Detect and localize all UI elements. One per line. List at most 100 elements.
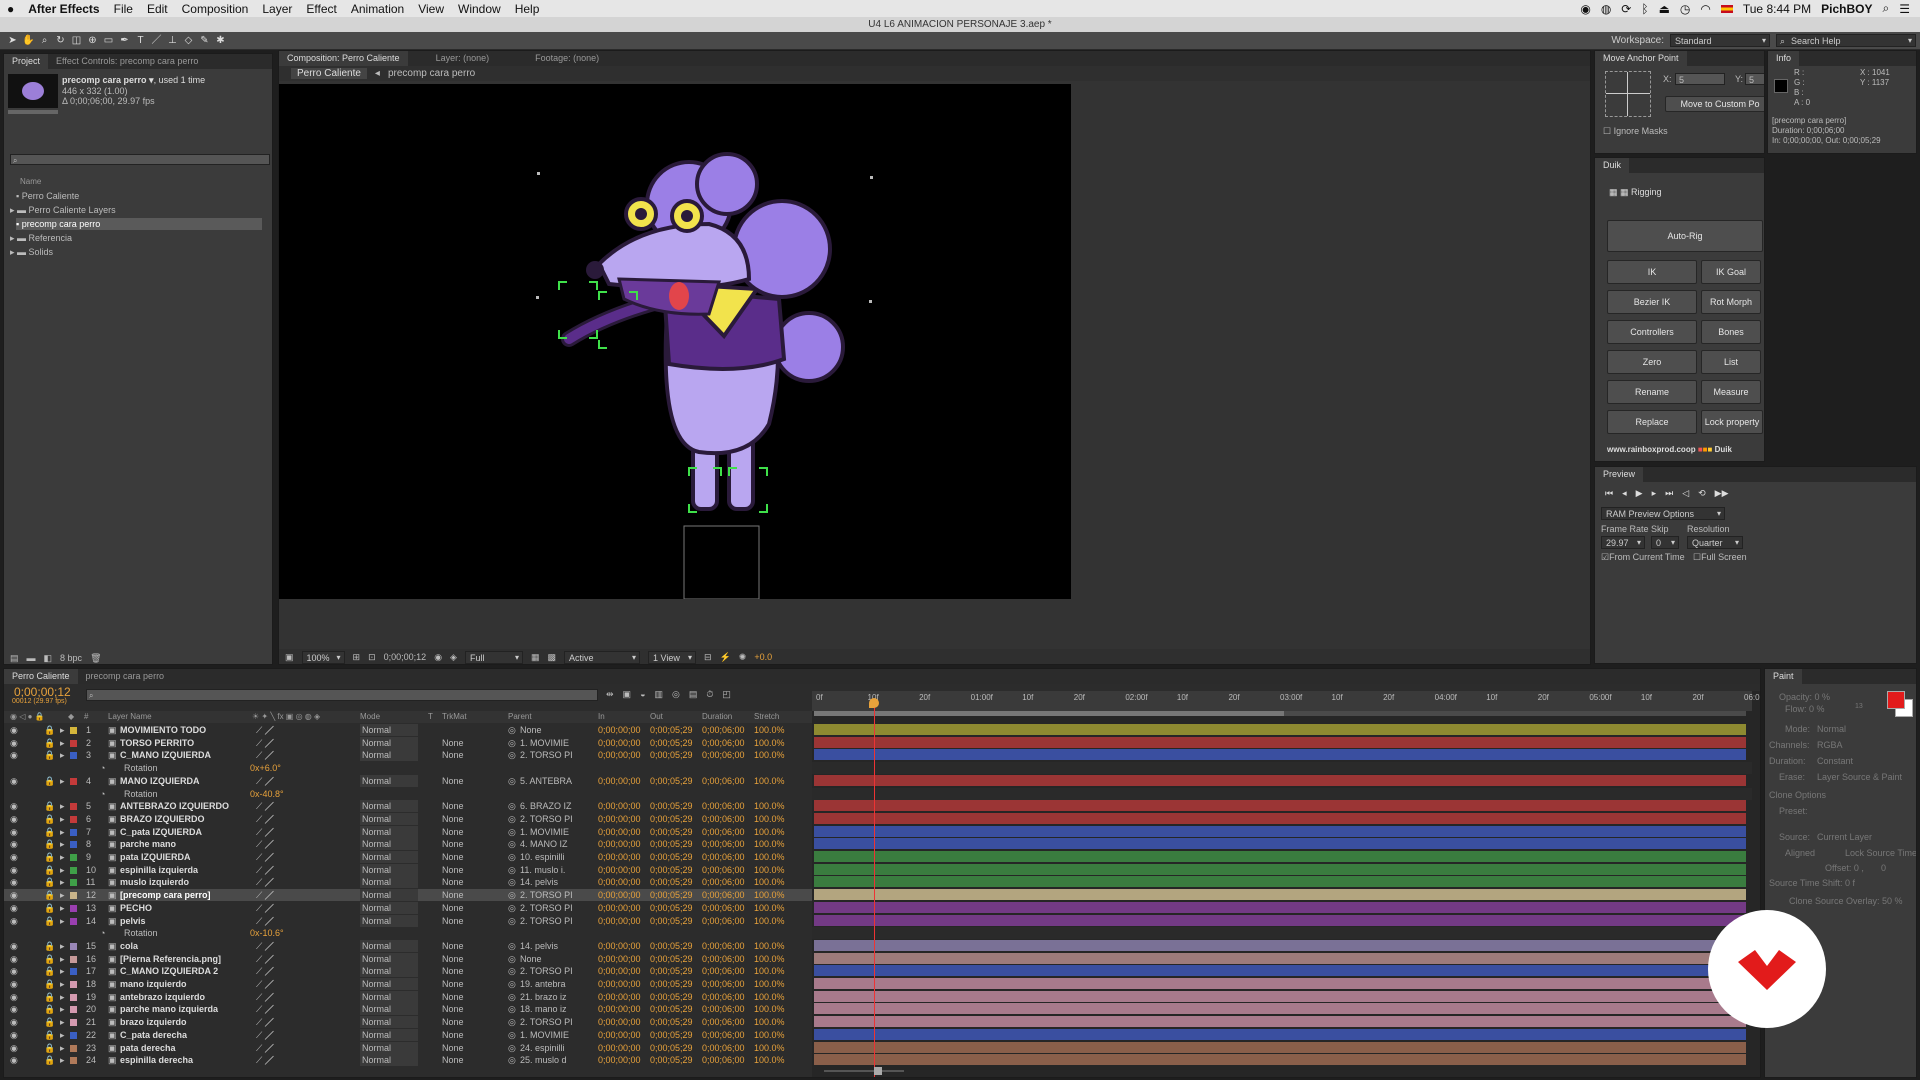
tab-layer[interactable]: Layer: (none) [428, 51, 498, 66]
pickwhip-icon[interactable]: ◎ [508, 953, 516, 965]
layer-out[interactable]: 0;00;05;29 [650, 749, 693, 761]
loop-icon[interactable]: ⟲ [1698, 487, 1706, 499]
rot-morph-button[interactable]: Rot Morph [1701, 290, 1761, 314]
layer-mode-dropdown[interactable]: Normal [360, 1016, 418, 1029]
label-color-swatch[interactable] [70, 752, 77, 760]
layer-switch-icon[interactable]: ⟋ ╱ [256, 724, 274, 736]
layer-name[interactable]: [precomp cara perro] [120, 889, 211, 901]
layer-row[interactable]: ◉ 🔒 ▸ 20 ▣ parche mano izquierda ⟋ ╱ Normal None… [4, 1003, 812, 1016]
expand-arrow-icon[interactable]: ▸ [60, 724, 65, 736]
visibility-icon[interactable]: ◉ [10, 1003, 18, 1015]
motion-blur-icon[interactable]: ◎ [672, 688, 680, 700]
layer-mode-dropdown[interactable]: Normal [360, 736, 418, 749]
layer-mode-dropdown[interactable]: Normal [360, 774, 418, 787]
layer-mode-dropdown[interactable]: Normal [360, 749, 418, 762]
layer-row[interactable]: ◉ 🔒 ▸ 1 ▣ MOVIMIENTO TODO ⟋ ╱ Normal ◎ None 0;00;0… [4, 724, 812, 736]
layer-name[interactable]: MANO IZQUIERDA [120, 775, 200, 787]
pickwhip-icon[interactable]: ◎ [508, 978, 516, 990]
layer-switch-icon[interactable]: ⟋ ╱ [256, 838, 274, 850]
lock-icon[interactable]: 🔒 [44, 838, 55, 850]
prev-frame-icon[interactable]: ◂ [1622, 487, 1627, 499]
layer-out[interactable]: 0;00;05;29 [650, 1054, 693, 1066]
tab-paint[interactable]: Paint [1765, 669, 1802, 684]
layer-trkmat-dropdown[interactable]: None [442, 991, 464, 1003]
layer-mode-dropdown[interactable]: Normal [360, 812, 418, 825]
layer-duration[interactable]: 0;00;06;00 [702, 864, 745, 876]
bpc-toggle[interactable]: 8 bpc [60, 652, 82, 664]
anchor-x-input[interactable]: 5 [1675, 73, 1725, 85]
spotlight-icon[interactable]: ⌕ [1883, 1, 1890, 16]
visibility-icon[interactable]: ◉ [10, 813, 18, 825]
layer-duration[interactable]: 0;00;06;00 [702, 800, 745, 812]
lock-icon[interactable]: 🔒 [44, 1029, 55, 1041]
label-color-swatch[interactable] [70, 993, 77, 1001]
layer-duration-bar[interactable] [814, 825, 1746, 837]
layer-out[interactable]: 0;00;05;29 [650, 915, 693, 927]
paint-erase-dropdown[interactable]: Layer Source & Paint [1817, 771, 1902, 783]
layer-mode-dropdown[interactable]: Normal [360, 990, 418, 1003]
layer-trkmat-dropdown[interactable]: None [442, 889, 464, 901]
interpret-footage-icon[interactable]: ▤ [10, 652, 19, 664]
menu-animation[interactable]: Animation [344, 2, 411, 16]
layer-duration-bar[interactable] [814, 889, 1746, 901]
visibility-icon[interactable]: ◉ [10, 1029, 18, 1041]
layer-row[interactable]: ◉ 🔒 ▸ 22 ▣ C_pata derecha ⟋ ╱ Normal None ◎ 1. MOV… [4, 1028, 812, 1041]
expand-arrow-icon[interactable]: ▸ [60, 737, 65, 749]
layer-mode-dropdown[interactable]: Normal [360, 901, 418, 914]
project-folder-layers[interactable]: ▸ ▬ Perro Caliente Layers [10, 204, 116, 216]
layer-duration[interactable]: 0;00;06;00 [702, 991, 745, 1003]
app-menu[interactable]: After Effects [21, 2, 106, 16]
first-frame-icon[interactable]: ⏮ [1605, 487, 1613, 499]
roto-tool-icon[interactable]: ✎ [198, 34, 211, 47]
menu-edit[interactable]: Edit [140, 2, 175, 16]
layer-duration[interactable]: 0;00;06;00 [702, 965, 745, 977]
label-color-swatch[interactable] [70, 917, 77, 925]
paint-opacity[interactable]: Opacity: 0 % [1779, 691, 1830, 703]
layer-in[interactable]: 0;00;00;00 [598, 902, 641, 914]
expand-arrow-icon[interactable]: ▸ [60, 889, 65, 901]
layer-name[interactable]: C_pata IZQUIERDA [120, 826, 202, 838]
layer-duration[interactable]: 0;00;06;00 [702, 915, 745, 927]
expand-arrow-icon[interactable]: ▸ [60, 813, 65, 825]
full-screen-checkbox[interactable]: ☐ [1693, 552, 1701, 562]
paint-channels-dropdown[interactable]: RGBA [1817, 739, 1843, 751]
layer-trkmat-dropdown[interactable]: None [442, 775, 464, 787]
workspace-dropdown[interactable]: Standard [1670, 34, 1770, 47]
label-color-swatch[interactable] [70, 727, 77, 734]
project-item-name[interactable]: precomp cara perro ▾ [62, 75, 154, 85]
visibility-icon[interactable]: ◉ [10, 749, 18, 761]
paint-flow[interactable]: Flow: 0 % [1785, 703, 1825, 715]
paint-duration-dropdown[interactable]: Constant [1817, 755, 1853, 767]
layer-parent-dropdown[interactable]: 1. MOVIMIE [520, 737, 582, 749]
layer-trkmat-dropdown[interactable]: None [442, 864, 464, 876]
layer-parent-dropdown[interactable]: 25. muslo d [520, 1054, 582, 1066]
label-color-swatch[interactable] [70, 1044, 77, 1052]
tab-project[interactable]: Project [4, 54, 49, 69]
property-value[interactable]: 0x+6.0° [250, 762, 281, 774]
label-color-swatch[interactable] [70, 1019, 77, 1027]
layer-switch-icon[interactable]: ⟋ ╱ [256, 864, 274, 876]
layer-in[interactable]: 0;00;00;00 [598, 1003, 641, 1015]
layer-in[interactable]: 0;00;00;00 [598, 1029, 641, 1041]
layer-parent-dropdown[interactable]: 2. TORSO PI [520, 902, 582, 914]
label-color-swatch[interactable] [70, 1057, 77, 1065]
camera-dropdown[interactable]: Active Camera [564, 650, 640, 664]
layer-row[interactable]: ◉ 🔒 ▸ 6 ▣ BRAZO IZQUIERDO ⟋ ╱ Normal None ◎ 2. TOR… [4, 812, 812, 825]
layer-mode-dropdown[interactable]: Normal [360, 914, 418, 927]
lock-icon[interactable]: 🔒 [44, 737, 55, 749]
visibility-icon[interactable]: ◉ [10, 1042, 18, 1054]
label-color-swatch[interactable] [70, 892, 77, 900]
layer-switch-icon[interactable]: ⟋ ╱ [256, 1054, 274, 1066]
layer-duration[interactable]: 0;00;06;00 [702, 826, 745, 838]
safe-zones-icon[interactable]: ⊡ [368, 652, 376, 663]
expand-arrow-icon[interactable]: ▸ [60, 953, 65, 965]
layer-out[interactable]: 0;00;05;29 [650, 851, 693, 863]
layer-in[interactable]: 0;00;00;00 [598, 1042, 641, 1054]
layer-stretch[interactable]: 100.0% [754, 775, 785, 787]
pickwhip-icon[interactable]: ◎ [508, 749, 516, 761]
controllers-button[interactable]: Controllers [1607, 320, 1697, 344]
layer-stretch[interactable]: 100.0% [754, 1029, 785, 1041]
ik-goal-button[interactable]: IK Goal [1701, 260, 1761, 284]
layer-parent-dropdown[interactable]: 5. ANTEBRA [520, 775, 582, 787]
project-search-input[interactable]: ⌕ [10, 154, 270, 165]
